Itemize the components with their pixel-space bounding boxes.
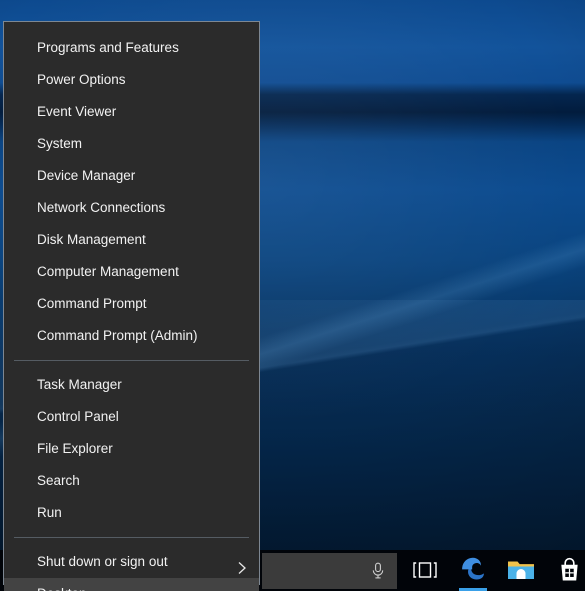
menu-item-label: Desktop [37, 578, 87, 591]
menu-item-label: Network Connections [37, 200, 166, 215]
menu-item-task-manager[interactable]: Task Manager [4, 369, 259, 401]
menu-item-system[interactable]: System [4, 128, 259, 160]
menu-item-run[interactable]: Run [4, 497, 259, 529]
menu-item-label: Run [37, 505, 62, 520]
task-view-icon [412, 561, 438, 584]
menu-item-network-connections[interactable]: Network Connections [4, 192, 259, 224]
taskbar-button-edge[interactable] [449, 553, 497, 591]
menu-item-label: File Explorer [37, 441, 113, 456]
menu-item-label: Disk Management [37, 232, 146, 247]
menu-item-label: Shut down or sign out [37, 554, 168, 569]
menu-item-label: Command Prompt (Admin) [37, 328, 198, 343]
edge-browser-icon [460, 556, 487, 588]
win-x-power-user-menu: Programs and Features Power Options Event … [3, 21, 260, 591]
menu-item-file-explorer[interactable]: File Explorer [4, 433, 259, 465]
file-explorer-icon [507, 558, 535, 586]
taskbar-search-box[interactable] [262, 553, 397, 589]
menu-item-disk-management[interactable]: Disk Management [4, 224, 259, 256]
menu-item-control-panel[interactable]: Control Panel [4, 401, 259, 433]
menu-item-command-prompt-admin[interactable]: Command Prompt (Admin) [4, 320, 259, 352]
menu-item-shut-down-or-sign-out[interactable]: Shut down or sign out [4, 546, 259, 578]
menu-items-container: Programs and Features Power Options Event … [4, 32, 259, 591]
taskbar-button-task-view[interactable] [401, 553, 449, 591]
taskbar-button-file-explorer[interactable] [497, 553, 545, 591]
menu-item-command-prompt[interactable]: Command Prompt [4, 288, 259, 320]
screen: Programs and Features Power Options Event … [0, 0, 585, 591]
menu-item-label: Event Viewer [37, 104, 117, 119]
menu-separator [14, 537, 249, 538]
menu-item-label: System [37, 136, 83, 151]
menu-item-search[interactable]: Search [4, 465, 259, 497]
menu-item-computer-management[interactable]: Computer Management [4, 256, 259, 288]
microsoft-store-icon [558, 557, 581, 587]
menu-item-label: Control Panel [37, 409, 119, 424]
menu-group-system-tools: Programs and Features Power Options Event … [4, 32, 259, 352]
menu-item-desktop[interactable]: Desktop [4, 578, 259, 591]
menu-item-label: Search [37, 473, 80, 488]
microphone-icon[interactable] [370, 562, 386, 580]
menu-separator [14, 360, 249, 361]
menu-item-label: Task Manager [37, 377, 122, 392]
menu-item-label: Power Options [37, 72, 126, 87]
menu-item-label: Command Prompt [37, 296, 147, 311]
menu-item-label: Programs and Features [37, 40, 179, 55]
menu-group-session: Shut down or sign out Desktop [4, 546, 259, 591]
menu-item-label: Device Manager [37, 168, 136, 183]
menu-group-shell-tools: Task Manager Control Panel File Explorer Se… [4, 369, 259, 529]
menu-top-padding [4, 22, 259, 32]
chevron-right-icon [237, 555, 247, 574]
menu-item-programs-and-features[interactable]: Programs and Features [4, 32, 259, 64]
menu-item-event-viewer[interactable]: Event Viewer [4, 96, 259, 128]
taskbar-button-microsoft-store[interactable] [545, 553, 585, 591]
menu-item-power-options[interactable]: Power Options [4, 64, 259, 96]
menu-item-device-manager[interactable]: Device Manager [4, 160, 259, 192]
menu-item-label: Computer Management [37, 264, 179, 279]
